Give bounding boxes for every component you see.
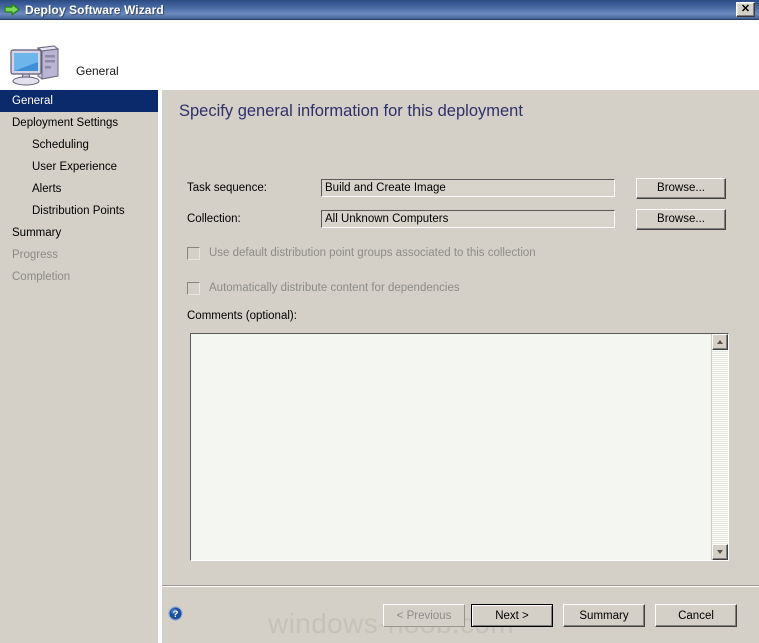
sidebar-item-distribution-points[interactable]: Distribution Points (0, 200, 158, 222)
collection-input[interactable]: All Unknown Computers (321, 210, 615, 228)
sidebar-item-label: Summary (12, 227, 62, 239)
help-question-icon[interactable]: ? (168, 606, 183, 621)
green-right-arrow-icon (4, 3, 20, 16)
sidebar-item-summary[interactable]: Summary (0, 222, 158, 244)
sidebar-item-general[interactable]: General (0, 90, 158, 112)
sidebar-item-label: Deployment Settings (12, 117, 119, 129)
sidebar-item-progress: Progress (0, 244, 158, 266)
comments-textarea[interactable] (191, 334, 711, 560)
wizard-header-banner: General (0, 20, 759, 90)
sidebar-item-label: Scheduling (32, 139, 89, 151)
scroll-up-arrow-icon[interactable] (712, 334, 728, 350)
collection-row: Collection: All Unknown Computers Browse… (187, 208, 747, 230)
use-default-dp-groups-checkbox (187, 246, 200, 260)
close-button[interactable]: ✕ (736, 2, 755, 17)
task-sequence-label: Task sequence: (187, 182, 267, 194)
use-default-dp-groups-label: Use default distribution point groups as… (209, 247, 536, 259)
collection-browse-button[interactable]: Browse... (636, 208, 726, 230)
close-icon: ✕ (740, 3, 751, 15)
summary-button[interactable]: Summary (563, 604, 645, 627)
wizard-step-label: General (76, 64, 119, 78)
cancel-button[interactable]: Cancel (655, 604, 737, 627)
sidebar-item-label: Completion (12, 271, 71, 283)
comments-textarea-container (190, 333, 729, 561)
svg-text:?: ? (173, 609, 179, 620)
previous-button: < Previous (383, 604, 465, 627)
collection-label: Collection: (187, 213, 241, 225)
task-sequence-input[interactable]: Build and Create Image (321, 179, 615, 197)
sidebar-item-user-experience[interactable]: User Experience (0, 156, 158, 178)
page-title: Specify general information for this dep… (179, 102, 523, 120)
sidebar-item-alerts[interactable]: Alerts (0, 178, 158, 200)
sidebar-item-label: Progress (12, 249, 59, 261)
sidebar-item-scheduling[interactable]: Scheduling (0, 134, 158, 156)
auto-distribute-content-checkbox (187, 281, 200, 295)
auto-distribute-content-label: Automatically distribute content for dep… (209, 282, 460, 294)
use-default-dp-groups-checkbox-row: Use default distribution point groups as… (187, 245, 536, 261)
comments-label: Comments (optional): (187, 310, 297, 322)
task-sequence-row: Task sequence: Build and Create Image Br… (187, 177, 747, 199)
comments-scrollbar[interactable] (711, 334, 728, 560)
scroll-down-arrow-icon[interactable] (712, 544, 728, 560)
task-sequence-browse-button[interactable]: Browse... (636, 177, 726, 199)
sidebar-item-deployment-settings[interactable]: Deployment Settings (0, 112, 158, 134)
title-bar: Deploy Software Wizard ✕ (0, 0, 759, 20)
sidebar-item-label: Alerts (32, 183, 62, 195)
auto-distribute-content-checkbox-row: Automatically distribute content for dep… (187, 280, 460, 296)
footer-separator (162, 585, 759, 587)
sidebar-item-label: User Experience (32, 161, 118, 173)
content-pane: Specify general information for this dep… (162, 90, 759, 585)
window-title: Deploy Software Wizard (25, 2, 164, 17)
deploy-software-wizard-window: Deploy Software Wizard ✕ General General… (0, 0, 759, 643)
computer-icon (8, 42, 64, 88)
next-button[interactable]: Next > (471, 604, 553, 627)
sidebar-item-label: Distribution Points (32, 205, 125, 217)
sidebar-item-label: General (12, 95, 53, 107)
sidebar-item-completion: Completion (0, 266, 158, 288)
wizard-sidebar: General Deployment Settings Scheduling U… (0, 90, 158, 643)
